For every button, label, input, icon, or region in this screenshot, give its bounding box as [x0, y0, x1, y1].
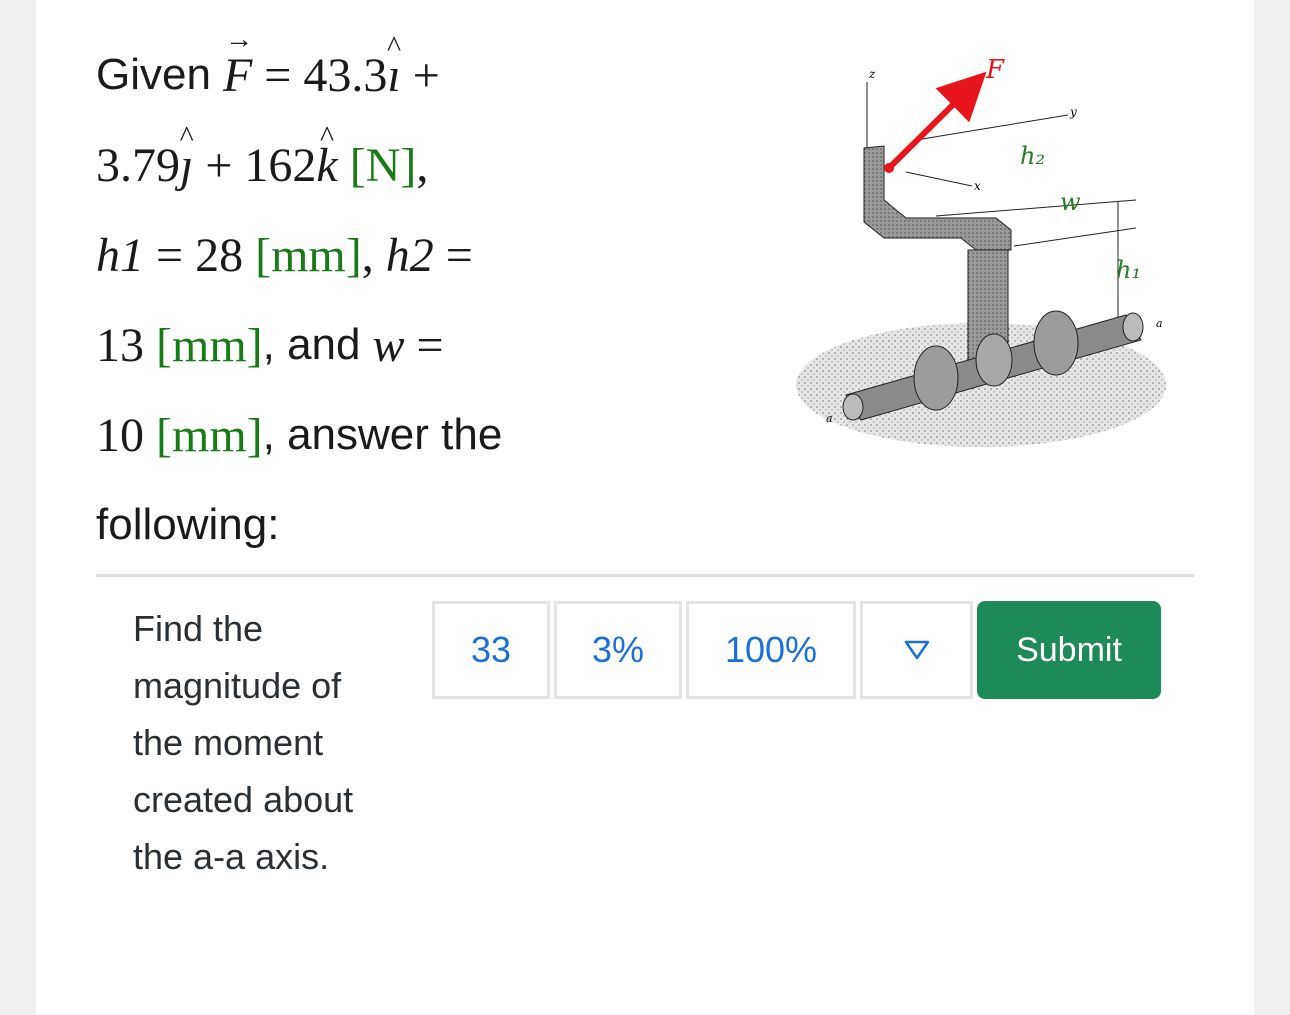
figure-label-a-left: a: [826, 412, 833, 425]
h1-value: 28: [195, 228, 244, 282]
h1-symbol: h1: [96, 228, 144, 282]
unit-vector-i: ı: [387, 48, 400, 103]
unit-newton: [N]: [349, 138, 417, 192]
unit-vector-k: k: [316, 138, 337, 193]
comma: ,: [361, 228, 374, 282]
tolerance-field[interactable]: 100%: [686, 601, 856, 699]
answer-value-field[interactable]: 33: [432, 601, 550, 699]
w-symbol: w: [372, 318, 405, 372]
h2-value: 13: [96, 318, 144, 372]
given-text: Given: [96, 50, 211, 99]
unit-mm: [mm]: [156, 408, 263, 462]
following-text: following:: [96, 500, 280, 549]
force-z-value: 162: [244, 138, 317, 192]
figure-label-z: z: [868, 67, 876, 81]
plus-sign: +: [205, 138, 233, 192]
h2-dim-line: [935, 199, 1137, 217]
x-axis-line: [905, 171, 973, 187]
figure-label-a-right: a: [1156, 317, 1163, 330]
figure-label-F: F: [985, 55, 1005, 85]
submit-button[interactable]: Submit: [977, 601, 1161, 699]
bearing-center: [975, 333, 1013, 387]
unit-mm: [mm]: [156, 318, 263, 372]
plus-sign: +: [412, 48, 440, 102]
figure-label-y: y: [1069, 105, 1077, 119]
figure-label-h1: h₁: [1116, 256, 1141, 284]
dropdown-toggle[interactable]: [860, 601, 973, 699]
comma: ,: [416, 138, 429, 192]
equals-sign: =: [264, 48, 292, 102]
bearing-right: [1033, 310, 1079, 376]
force-x-value: 43.3: [303, 48, 388, 102]
equals-sign: =: [416, 318, 444, 372]
equals-sign: =: [156, 228, 184, 282]
bearing-left: [913, 345, 959, 411]
figure-label-h2: h₂: [1020, 142, 1045, 170]
shaft-end-right: [1122, 312, 1144, 342]
unit-vector-j: ȷ: [180, 138, 193, 193]
force-arrow: [886, 71, 987, 171]
w-value: 10: [96, 408, 144, 462]
triangle-down-icon: [904, 640, 929, 660]
unit-mm: [mm]: [255, 228, 362, 282]
force-origin-point: [884, 163, 894, 173]
problem-card: Given F = 43.3 ı + 3.79 ȷ + 162 k [N] , …: [36, 0, 1254, 1015]
sig-figs-field[interactable]: 3%: [554, 601, 682, 699]
force-symbol: F: [223, 48, 252, 103]
section-divider: [96, 574, 1194, 577]
figure-label-x: x: [974, 179, 981, 193]
force-y-value: 3.79: [96, 138, 180, 192]
answer-row: 33 3% 100% Submit: [432, 601, 1161, 699]
bracket-shaft-figure: z y x a a h₂ w h₁ F: [796, 55, 1166, 447]
question-text: Find the magnitude of the moment created…: [133, 608, 354, 877]
answer-the-text: , answer the: [262, 410, 503, 459]
and-text: , and: [262, 320, 361, 369]
figure-label-w: w: [1060, 188, 1081, 216]
problem-statement: Given F = 43.3 ı + 3.79 ȷ + 162 k [N] , …: [96, 30, 576, 570]
shaft-end-left: [842, 393, 864, 421]
equals-sign: =: [445, 228, 473, 282]
bracket-upper: [863, 145, 1012, 251]
h2-symbol: h2: [385, 228, 434, 282]
